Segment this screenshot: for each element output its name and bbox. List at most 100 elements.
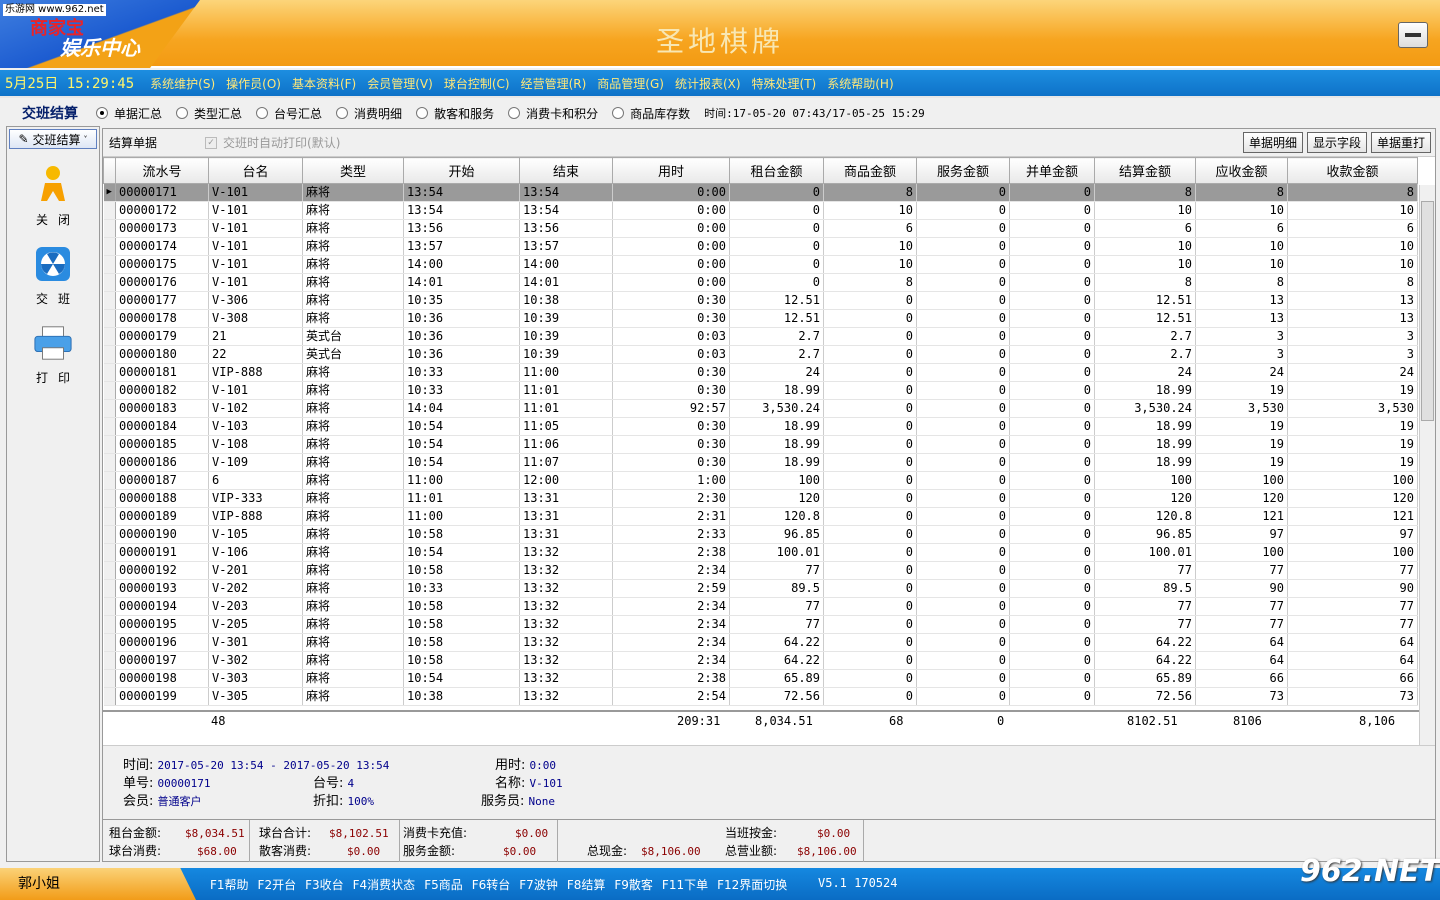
table-row[interactable]: 00000189 VIP-888 麻将 11:00 13:31 2:31 120.8 0 0 0 1…	[103, 507, 1418, 526]
close-button[interactable]: 关闭	[7, 165, 99, 228]
total-table-consumption: 球台消费: $68.00	[109, 844, 237, 858]
table-cell: 0	[1009, 309, 1095, 328]
table-row[interactable]: ▶ 00000171 V-101 麻将 13:54 13:54 0:00 0 8 0 0 8 8 8	[103, 183, 1418, 202]
menu-goods[interactable]: 商品管理(G)	[597, 75, 664, 92]
table-row[interactable]: 00000186 V-109 麻将 10:54 11:07 0:30 18.99 0 0 0 18.…	[103, 453, 1418, 472]
table-row[interactable]: 00000188 VIP-333 麻将 11:01 13:31 2:30 120 0 0 0 120…	[103, 489, 1418, 508]
col-table-name[interactable]: 台名	[208, 157, 303, 184]
data-grid[interactable]: 流水号 台名 类型 开始 结束 用时 租台金额 商品金额 服务金额 并单金额 结…	[103, 157, 1435, 773]
table-row[interactable]: 00000198 V-303 麻将 10:54 13:32 2:38 65.89 0 0 0 65.…	[103, 669, 1418, 688]
menu-help[interactable]: 系统帮助(H)	[827, 75, 893, 92]
table-row[interactable]: 00000185 V-108 麻将 10:54 11:06 0:30 18.99 0 0 0 18.…	[103, 435, 1418, 454]
table-row[interactable]: 00000192 V-201 麻将 10:58 13:32 2:34 77 0 0 0 77 77 77	[103, 561, 1418, 580]
fkey-close-table[interactable]: F3收台	[305, 876, 344, 893]
table-cell: 麻将	[302, 363, 404, 382]
table-row[interactable]: 00000179 21 英式台 10:36 10:39 0:03 2.7 0 0 0 2.7 3 3	[103, 327, 1418, 346]
menu-reports[interactable]: 统计报表(X)	[675, 75, 741, 92]
table-cell: 19	[1195, 453, 1288, 472]
auto-print-checkbox[interactable]: ✓ 交班时自动打印(默认)	[205, 134, 340, 151]
table-cell: 89.5	[729, 579, 824, 598]
table-row[interactable]: 00000174 V-101 麻将 13:57 13:57 0:00 0 10 0 0 10 10 10	[103, 237, 1418, 256]
col-type[interactable]: 类型	[302, 157, 404, 184]
fkey-help[interactable]: F1帮助	[210, 876, 249, 893]
col-service[interactable]: 服务金额	[916, 157, 1010, 184]
table-row[interactable]: 00000178 V-308 麻将 10:36 10:39 0:30 12.51 0 0 0 12.…	[103, 309, 1418, 328]
table-row[interactable]: 00000190 V-105 麻将 10:58 13:31 2:33 96.85 0 0 0 96.…	[103, 525, 1418, 544]
table-row[interactable]: 00000191 V-106 麻将 10:54 13:32 2:38 100.01 0 0 0 10…	[103, 543, 1418, 562]
reprint-button[interactable]: 单据重打	[1370, 132, 1431, 153]
table-row[interactable]: 00000181 VIP-888 麻将 10:33 11:00 0:30 24 0 0 0 24 24…	[103, 363, 1418, 382]
table-cell: 00000174	[115, 237, 209, 256]
table-cell: 麻将	[302, 507, 404, 526]
shift-button[interactable]: 交班	[7, 244, 99, 307]
radio-walkin-service[interactable]: 散客和服务	[416, 105, 494, 122]
table-row[interactable]: 00000173 V-101 麻将 13:56 13:56 0:00 0 6 0 0 6 6 6	[103, 219, 1418, 238]
logo-subtitle: 娱乐中心	[60, 36, 140, 60]
vertical-scrollbar[interactable]	[1419, 185, 1435, 755]
col-settle[interactable]: 结算金额	[1094, 157, 1196, 184]
table-cell: 0	[823, 399, 917, 418]
row-indicator	[103, 219, 116, 238]
col-received[interactable]: 收款金额	[1287, 157, 1418, 184]
col-merge[interactable]: 并单金额	[1009, 157, 1095, 184]
table-row[interactable]: 00000180 22 英式台 10:36 10:39 0:03 2.7 0 0 0 2.7 3 3	[103, 345, 1418, 364]
menu-operations[interactable]: 经营管理(R)	[521, 75, 587, 92]
col-due[interactable]: 应收金额	[1195, 157, 1288, 184]
fkey-order[interactable]: F11下单	[662, 876, 708, 893]
radio-type-summary[interactable]: 类型汇总	[176, 105, 242, 122]
table-cell: 麻将	[302, 237, 404, 256]
table-row[interactable]: 00000182 V-101 麻将 10:33 11:01 0:30 18.99 0 0 0 18.…	[103, 381, 1418, 400]
row-indicator	[103, 633, 116, 652]
table-row[interactable]: 00000196 V-301 麻将 10:58 13:32 2:34 64.22 0 0 0 64.…	[103, 633, 1418, 652]
detail-name: 名称: V-101	[495, 776, 563, 791]
menu-table-control[interactable]: 球台控制(C)	[444, 75, 510, 92]
radio-bill-summary[interactable]: 单据汇总	[96, 105, 162, 122]
table-cell: 3,530.24	[729, 399, 824, 418]
menu-special[interactable]: 特殊处理(T)	[752, 75, 817, 92]
radio-card-points[interactable]: 消费卡和积分	[508, 105, 598, 122]
table-row[interactable]: 00000193 V-202 麻将 10:33 13:32 2:59 89.5 0 0 0 89.5…	[103, 579, 1418, 598]
table-cell: 0	[1009, 669, 1095, 688]
fkey-bell[interactable]: F7波钟	[519, 876, 558, 893]
radio-goods-stock[interactable]: 商品库存数	[612, 105, 690, 122]
table-row[interactable]: 00000199 V-305 麻将 10:38 13:32 2:54 72.56 0 0 0 72.…	[103, 687, 1418, 706]
fkey-transfer[interactable]: F6转台	[472, 876, 511, 893]
col-serial[interactable]: 流水号	[115, 157, 209, 184]
col-start[interactable]: 开始	[403, 157, 520, 184]
fkey-walkin[interactable]: F9散客	[614, 876, 653, 893]
sidebar-tab-shift-settlement[interactable]: ✎ 交班结算 ˅	[9, 129, 97, 149]
show-fields-button[interactable]: 显示字段	[1306, 132, 1367, 153]
col-rent[interactable]: 租台金额	[729, 157, 824, 184]
fkey-goods[interactable]: F5商品	[424, 876, 463, 893]
col-end[interactable]: 结束	[519, 157, 613, 184]
fkey-open-table[interactable]: F2开台	[258, 876, 297, 893]
table-row[interactable]: 00000187 6 麻将 11:00 12:00 1:00 100 0 0 0 100 100 100	[103, 471, 1418, 490]
radio-table-summary[interactable]: 台号汇总	[256, 105, 322, 122]
fkey-settle[interactable]: F8结算	[567, 876, 606, 893]
table-cell: 100	[1195, 471, 1288, 490]
table-row[interactable]: 00000197 V-302 麻将 10:58 13:32 2:34 64.22 0 0 0 64.…	[103, 651, 1418, 670]
table-row[interactable]: 00000194 V-203 麻将 10:58 13:32 2:34 77 0 0 0 77 77 77	[103, 597, 1418, 616]
bill-detail-button[interactable]: 单据明细	[1242, 132, 1303, 153]
col-duration[interactable]: 用时	[612, 157, 730, 184]
menu-member[interactable]: 会员管理(V)	[367, 75, 433, 92]
table-cell: 10	[1195, 201, 1288, 220]
menu-system-maintenance[interactable]: 系统维护(S)	[150, 75, 215, 92]
col-goods[interactable]: 商品金额	[823, 157, 917, 184]
table-row[interactable]: 00000184 V-103 麻将 10:54 11:05 0:30 18.99 0 0 0 18.…	[103, 417, 1418, 436]
table-row[interactable]: 00000172 V-101 麻将 13:54 13:54 0:00 0 10 0 0 10 10 10	[103, 201, 1418, 220]
fkey-switch-ui[interactable]: F12界面切换	[717, 876, 787, 893]
scroll-thumb[interactable]	[1421, 201, 1434, 421]
table-row[interactable]: 00000195 V-205 麻将 10:58 13:32 2:34 77 0 0 0 77 77 77	[103, 615, 1418, 634]
table-cell: V-101	[208, 255, 303, 274]
table-row[interactable]: 00000183 V-102 麻将 14:04 11:01 92:57 3,530.24 0 0…	[103, 399, 1418, 418]
table-row[interactable]: 00000175 V-101 麻将 14:00 14:00 0:00 0 10 0 0 10 10 10	[103, 255, 1418, 274]
menu-operator[interactable]: 操作员(O)	[226, 75, 281, 92]
table-row[interactable]: 00000176 V-101 麻将 14:01 14:01 0:00 0 8 0 0 8 8 8	[103, 273, 1418, 292]
radio-consumption-detail[interactable]: 消费明细	[336, 105, 402, 122]
minimize-button[interactable]	[1398, 22, 1428, 48]
print-button[interactable]: 打印	[7, 323, 99, 386]
table-row[interactable]: 00000177 V-306 麻将 10:35 10:38 0:30 12.51 0 0 0 12.…	[103, 291, 1418, 310]
fkey-consumption-status[interactable]: F4消费状态	[353, 876, 416, 893]
menu-basic-data[interactable]: 基本资料(F)	[292, 75, 356, 92]
